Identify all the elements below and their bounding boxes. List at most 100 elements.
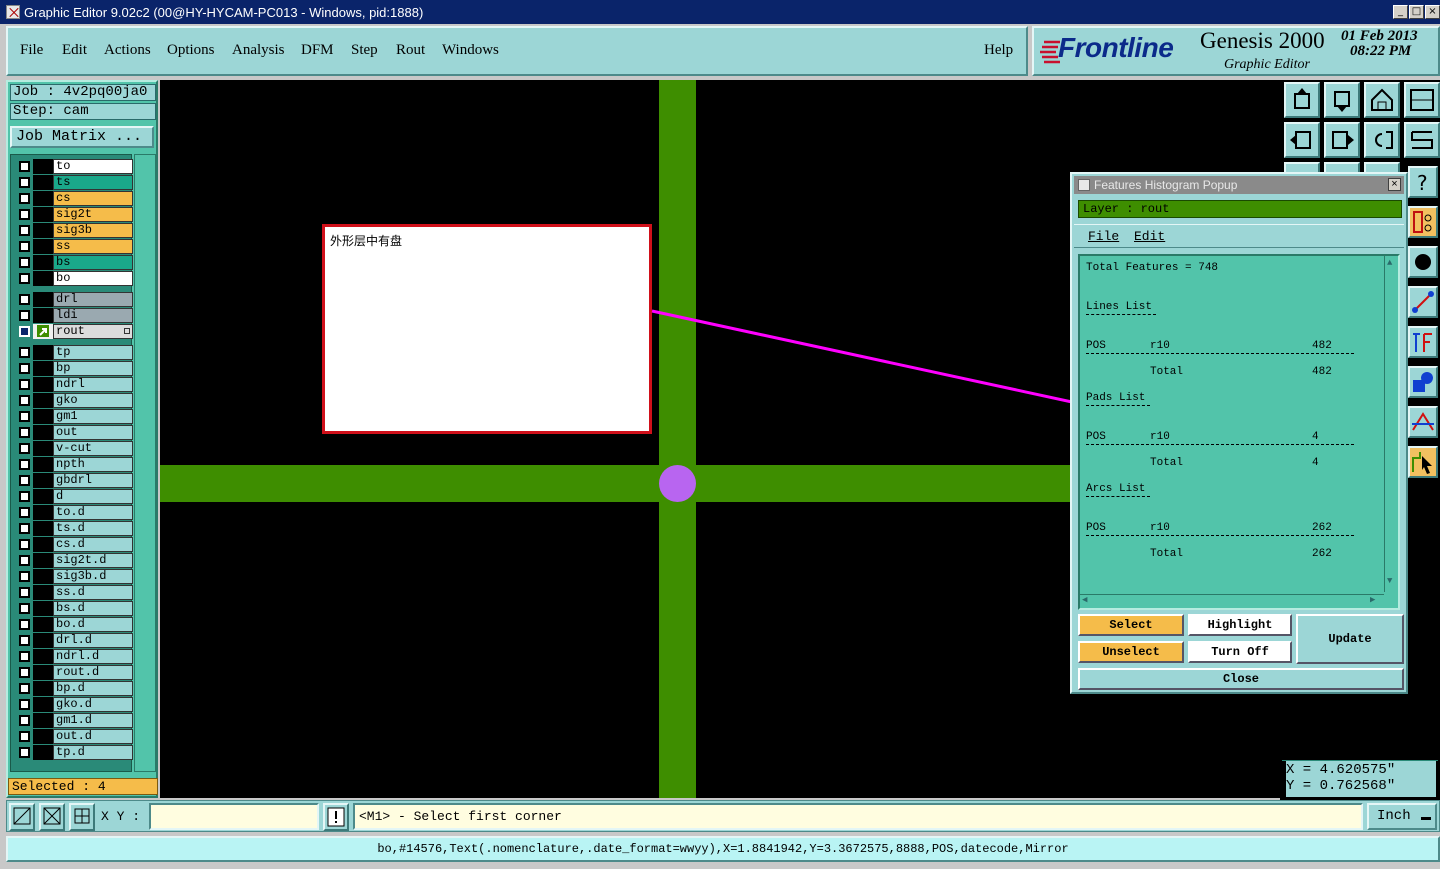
layer-row-ldi[interactable]: ldi (17, 308, 133, 323)
tool-home-icon[interactable] (1364, 82, 1400, 118)
layer-row-gm1.d[interactable]: gm1.d (17, 713, 133, 728)
layer-row-gbdrl[interactable]: gbdrl (17, 473, 133, 488)
layer-row-to[interactable]: to (17, 159, 133, 174)
layer-checkbox[interactable] (19, 209, 30, 220)
layer-checkbox[interactable] (19, 427, 30, 438)
report-vscrollbar[interactable]: ▲ ▼ (1384, 256, 1398, 592)
scroll-right-icon[interactable]: ▶ (1370, 595, 1375, 605)
xy-input[interactable] (149, 803, 319, 830)
layer-checkbox[interactable] (19, 193, 30, 204)
layer-checkbox[interactable] (19, 635, 30, 646)
layer-row-to.d[interactable]: to.d (17, 505, 133, 520)
layer-row-v-cut[interactable]: v-cut (17, 441, 133, 456)
report-hscrollbar[interactable]: ◀ ▶ (1080, 594, 1384, 608)
layer-row-sig2t.d[interactable]: sig2t.d (17, 553, 133, 568)
tool-step-icon[interactable] (1404, 122, 1440, 158)
tool-zoom-fit-icon[interactable] (39, 803, 65, 831)
tool-window-icon[interactable] (1404, 82, 1440, 118)
tool-undo-icon[interactable] (1364, 122, 1400, 158)
layer-row-cs.d[interactable]: cs.d (17, 537, 133, 552)
layer-checkbox[interactable] (19, 491, 30, 502)
layer-row-npth[interactable]: npth (17, 457, 133, 472)
select-button[interactable]: Select (1078, 614, 1184, 636)
layer-row-out.d[interactable]: out.d (17, 729, 133, 744)
menu-file[interactable]: File (20, 42, 43, 59)
layer-row-gko.d[interactable]: gko.d (17, 697, 133, 712)
tool-arc-icon[interactable] (1408, 406, 1438, 438)
tool-pad-icon[interactable] (1408, 246, 1438, 278)
tool-line-icon[interactable] (1408, 286, 1438, 318)
layer-row-bp[interactable]: bp (17, 361, 133, 376)
popup-menu-edit[interactable]: Edit (1134, 229, 1165, 244)
exclamation-icon[interactable] (323, 803, 349, 831)
layer-checkbox[interactable] (19, 177, 30, 188)
scroll-up-icon[interactable]: ▲ (1387, 258, 1392, 268)
layer-checkbox[interactable] (19, 683, 30, 694)
turn-off-button[interactable]: Turn Off (1188, 641, 1292, 663)
layer-row-bs.d[interactable]: bs.d (17, 601, 133, 616)
scroll-down-icon[interactable]: ▼ (1387, 576, 1392, 586)
layer-row-rout[interactable]: rout (17, 324, 133, 339)
layer-row-bp.d[interactable]: bp.d (17, 681, 133, 696)
layer-checkbox[interactable] (19, 619, 30, 630)
layer-checkbox[interactable] (19, 747, 30, 758)
layer-checkbox[interactable] (19, 443, 30, 454)
layer-checkbox[interactable] (19, 667, 30, 678)
tool-select-icon[interactable] (1408, 446, 1438, 478)
menu-actions[interactable]: Actions (104, 42, 151, 59)
job-matrix-button[interactable]: Job Matrix ... (10, 126, 154, 148)
update-button[interactable]: Update (1296, 614, 1404, 664)
layer-row-bo[interactable]: bo (17, 271, 133, 286)
layer-row-bs[interactable]: bs (17, 255, 133, 270)
menu-rout[interactable]: Rout (396, 42, 425, 59)
layer-row-ts.d[interactable]: ts.d (17, 521, 133, 536)
layer-checkbox[interactable] (19, 161, 30, 172)
layer-checkbox[interactable] (19, 273, 30, 284)
tool-move-left-icon[interactable] (1284, 122, 1320, 158)
layer-checkbox[interactable] (19, 715, 30, 726)
layer-list-scrollbar[interactable] (134, 154, 156, 772)
layer-row-out[interactable]: out (17, 425, 133, 440)
layer-row-ts[interactable]: ts (17, 175, 133, 190)
close-window-button[interactable]: × (1425, 5, 1440, 19)
layer-checkbox[interactable] (19, 475, 30, 486)
tool-text-icon[interactable] (1408, 326, 1438, 358)
layer-row-tp[interactable]: tp (17, 345, 133, 360)
layer-row-d[interactable]: d (17, 489, 133, 504)
layer-checkbox[interactable] (19, 395, 30, 406)
layer-checkbox[interactable] (19, 571, 30, 582)
layer-checkbox[interactable] (19, 363, 30, 374)
help-icon[interactable]: ? (1408, 166, 1438, 198)
tool-grid-icon[interactable] (69, 803, 95, 831)
layer-checkbox[interactable] (19, 379, 30, 390)
menu-options[interactable]: Options (167, 42, 215, 59)
layer-checkbox[interactable] (19, 310, 30, 321)
tool-move-right-icon[interactable] (1324, 122, 1360, 158)
maximize-button[interactable]: □ (1409, 5, 1424, 19)
highlight-button[interactable]: Highlight (1188, 614, 1292, 636)
layer-checkbox[interactable] (19, 225, 30, 236)
layer-row-drl.d[interactable]: drl.d (17, 633, 133, 648)
tool-shapes-icon[interactable] (1408, 366, 1438, 398)
units-selector[interactable]: Inch (1367, 803, 1437, 830)
layer-row-rout.d[interactable]: rout.d (17, 665, 133, 680)
layer-checkbox[interactable] (19, 699, 30, 710)
layer-row-ss[interactable]: ss (17, 239, 133, 254)
tool-zoom-area-icon[interactable] (9, 803, 35, 831)
layer-checkbox[interactable] (19, 459, 30, 470)
layer-row-ss.d[interactable]: ss.d (17, 585, 133, 600)
layer-checkbox[interactable] (19, 326, 30, 337)
popup-menu-file[interactable]: File (1088, 229, 1119, 244)
layer-menu-icon[interactable] (124, 328, 130, 334)
menu-step[interactable]: Step (351, 42, 378, 59)
layer-row-tp.d[interactable]: tp.d (17, 745, 133, 760)
layer-row-ndrl[interactable]: ndrl (17, 377, 133, 392)
layer-row-drl[interactable]: drl (17, 292, 133, 307)
layer-checkbox[interactable] (19, 731, 30, 742)
layer-checkbox[interactable] (19, 507, 30, 518)
layer-row-gko[interactable]: gko (17, 393, 133, 408)
layer-checkbox[interactable] (19, 257, 30, 268)
layer-checkbox[interactable] (19, 347, 30, 358)
layer-row-cs[interactable]: cs (17, 191, 133, 206)
tool-import-icon[interactable] (1324, 82, 1360, 118)
